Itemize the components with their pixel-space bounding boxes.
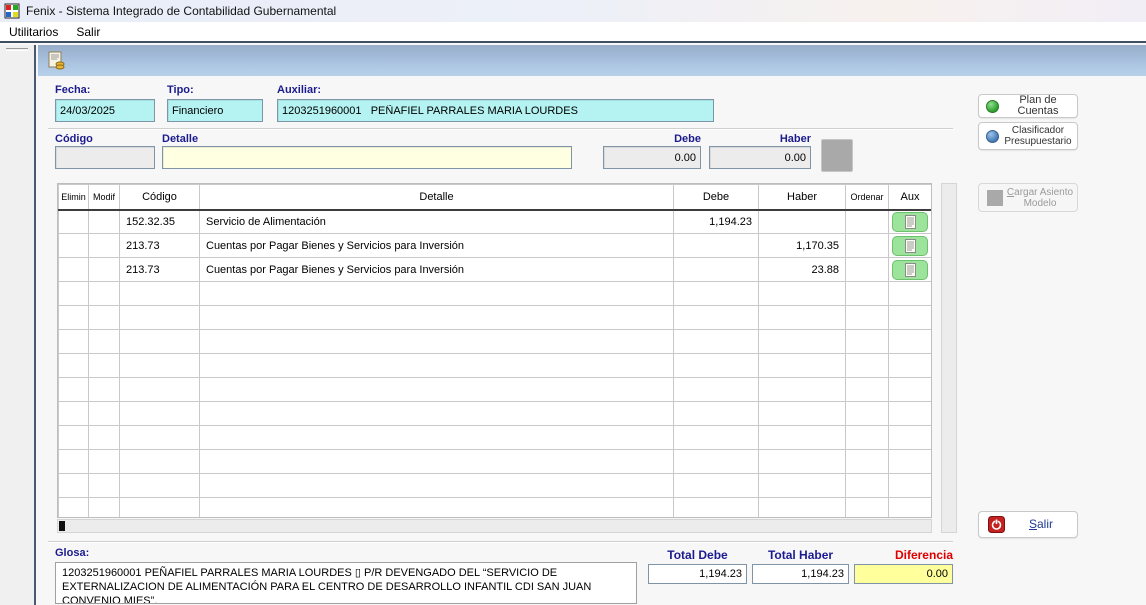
haber-input[interactable]: [709, 146, 811, 169]
total-debe-label: Total Debe: [648, 548, 747, 562]
col-aux: Aux: [889, 185, 932, 210]
empty-grid-row: [59, 282, 932, 306]
codigo-label: Código: [55, 133, 93, 145]
clasificador-label: Clasificador Presupuestario: [999, 125, 1077, 147]
col-ordenar: Ordenar: [846, 185, 889, 210]
cell-haber: 1,170.35: [759, 234, 846, 258]
grid-body: 152.32.35 Servicio de Alimentación 1,194…: [59, 210, 932, 519]
haber-label: Haber: [709, 133, 811, 145]
empty-grid-row: [59, 378, 932, 402]
empty-grid-row: [59, 426, 932, 450]
menu-bar: Utilitarios Salir: [0, 22, 1146, 43]
salir-button[interactable]: Salir: [978, 511, 1078, 538]
cargar-asiento-label: Cargar Asiento Modelo: [1003, 187, 1077, 209]
app-window: Fenix - Sistema Integrado de Contabilida…: [0, 0, 1146, 605]
cell-codigo: 152.32.35: [120, 210, 200, 234]
empty-grid-row: [59, 450, 932, 474]
grid-header-row: Elimin Modif Código Detalle Debe Haber O…: [59, 185, 932, 210]
glosa-label: Glosa:: [55, 547, 89, 559]
menu-salir[interactable]: Salir: [67, 23, 109, 41]
tipo-input[interactable]: [167, 99, 263, 122]
detalle-input[interactable]: [162, 146, 572, 169]
gray-square-icon: [987, 190, 1003, 206]
scrollbar-thumb[interactable]: [59, 521, 65, 531]
aux-button[interactable]: [892, 260, 928, 280]
col-debe: Debe: [674, 185, 759, 210]
col-elimin: Elimin: [59, 185, 89, 210]
cell-debe: 1,194.23: [674, 210, 759, 234]
debe-input[interactable]: [603, 146, 701, 169]
diferencia-label: Diferencia: [854, 548, 953, 562]
grid-vertical-scrollbar[interactable]: [941, 183, 957, 533]
codigo-input[interactable]: [55, 146, 155, 169]
plan-de-cuentas-button[interactable]: Plan de Cuentas: [978, 94, 1078, 118]
salir-button-label: Salir: [1005, 519, 1077, 530]
diferencia-field: [854, 564, 953, 584]
aux-button[interactable]: [892, 236, 928, 256]
separator-top: [48, 128, 953, 130]
left-panel-strip[interactable]: [0, 45, 36, 605]
grid-row[interactable]: 213.73 Cuentas por Pagar Bienes y Servic…: [59, 234, 932, 258]
panel-grip[interactable]: [6, 48, 28, 51]
auxiliar-input[interactable]: [277, 99, 714, 122]
empty-grid-row: [59, 474, 932, 498]
green-sphere-icon: [986, 100, 999, 113]
note-icon: [905, 239, 916, 253]
cell-haber: 23.88: [759, 258, 846, 282]
auxiliar-label: Auxiliar:: [277, 84, 321, 96]
cell-codigo: 213.73: [120, 234, 200, 258]
col-haber: Haber: [759, 185, 846, 210]
cargar-asiento-modelo-button-disabled: Cargar Asiento Modelo: [978, 183, 1078, 212]
total-haber-label: Total Haber: [752, 548, 849, 562]
note-icon: [905, 215, 916, 229]
empty-grid-row: [59, 402, 932, 426]
plan-de-cuentas-label: Plan de Cuentas: [999, 95, 1077, 117]
window-title: Fenix - Sistema Integrado de Contabilida…: [26, 4, 336, 18]
aux-button[interactable]: [892, 212, 928, 232]
empty-grid-row: [59, 330, 932, 354]
cell-haber: [759, 210, 846, 234]
col-codigo: Código: [120, 185, 200, 210]
toolbar: [38, 45, 1146, 76]
power-icon: [988, 516, 1005, 533]
add-line-button-disabled: [821, 139, 853, 172]
tipo-label: Tipo:: [167, 84, 194, 96]
empty-grid-row: [59, 306, 932, 330]
cell-codigo: 213.73: [120, 258, 200, 282]
menu-utilitarios[interactable]: Utilitarios: [0, 23, 67, 41]
separator-bottom: [48, 541, 953, 543]
app-icon: [4, 3, 20, 19]
col-detalle: Detalle: [200, 185, 674, 210]
empty-grid-row: [59, 354, 932, 378]
total-haber-field: [752, 564, 849, 584]
clasificador-presupuestario-button[interactable]: Clasificador Presupuestario: [978, 122, 1078, 150]
cell-detalle: Servicio de Alimentación: [200, 210, 674, 234]
title-bar: Fenix - Sistema Integrado de Contabilida…: [0, 0, 1146, 22]
blue-sphere-icon: [986, 130, 999, 143]
note-icon: [905, 263, 916, 277]
col-modif: Modif: [89, 185, 120, 210]
cell-debe: [674, 234, 759, 258]
glosa-textarea[interactable]: 1203251960001 PEÑAFIEL PARRALES MARIA LO…: [55, 562, 637, 604]
debe-label: Debe: [603, 133, 701, 145]
grid-row[interactable]: 152.32.35 Servicio de Alimentación 1,194…: [59, 210, 932, 234]
empty-grid-row: [59, 498, 932, 519]
cell-detalle: Cuentas por Pagar Bienes y Servicios par…: [200, 258, 674, 282]
fecha-label: Fecha:: [55, 84, 90, 96]
grid-row[interactable]: 213.73 Cuentas por Pagar Bienes y Servic…: [59, 258, 932, 282]
grid-horizontal-scrollbar[interactable]: [57, 519, 932, 533]
cell-debe: [674, 258, 759, 282]
detalle-label: Detalle: [162, 133, 198, 145]
total-debe-field: [648, 564, 747, 584]
main-panel: Fecha: Tipo: Auxiliar: Código Detalle De…: [38, 45, 1146, 605]
new-entry-document-icon[interactable]: [47, 51, 67, 71]
fecha-input[interactable]: [55, 99, 155, 122]
entries-grid: Elimin Modif Código Detalle Debe Haber O…: [57, 183, 932, 518]
cell-detalle: Cuentas por Pagar Bienes y Servicios par…: [200, 234, 674, 258]
